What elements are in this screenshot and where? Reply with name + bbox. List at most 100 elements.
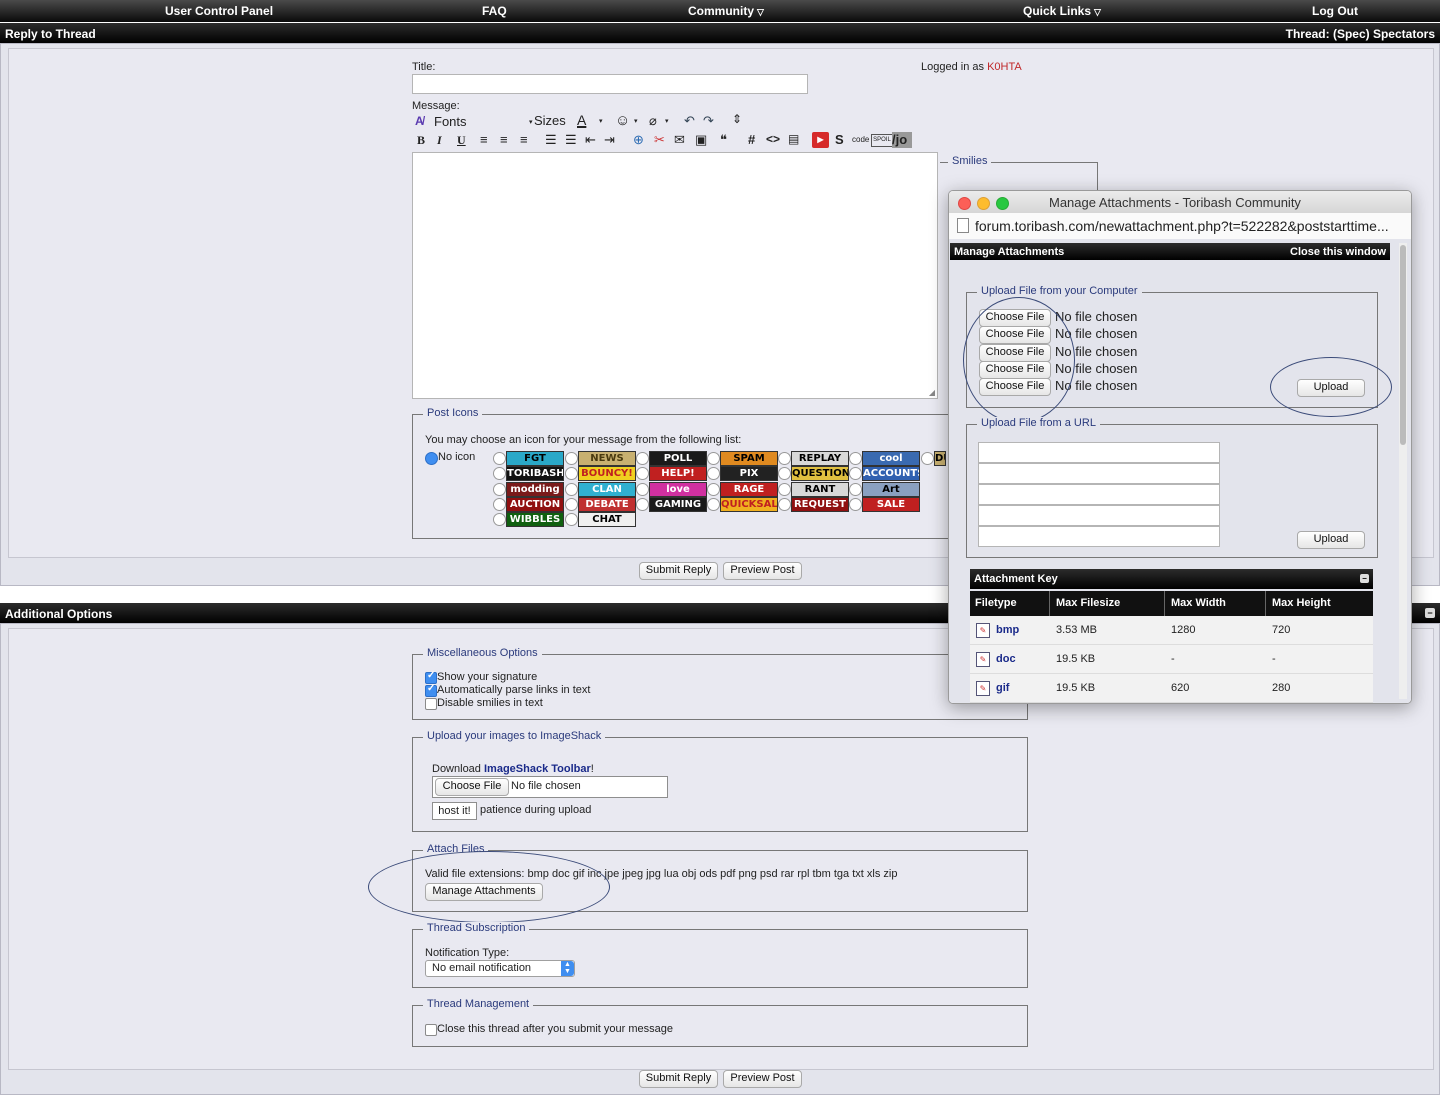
close-window-icon[interactable]	[958, 197, 971, 210]
indent-icon[interactable]: ⇥	[604, 132, 615, 148]
nav-community[interactable]: Community ▽	[688, 4, 764, 18]
remove-format-icon[interactable]: A̸	[415, 114, 424, 128]
hash-icon[interactable]: #	[748, 132, 755, 147]
image-icon[interactable]: ▣	[695, 132, 707, 148]
post-icon-radio[interactable]	[493, 498, 506, 511]
post-icon[interactable]: NEWS	[578, 451, 636, 466]
post-icon[interactable]: SPAM	[720, 451, 778, 466]
undo-icon[interactable]: ↶	[684, 113, 695, 129]
nav-user-control-panel[interactable]: User Control Panel	[165, 4, 273, 18]
post-icon[interactable]: PIX	[720, 466, 778, 481]
title-input[interactable]	[412, 74, 808, 94]
upload-url-button[interactable]: Upload	[1297, 531, 1365, 549]
submit-reply-button-bottom[interactable]: Submit Reply	[639, 1070, 718, 1088]
post-icon-radio[interactable]	[493, 513, 506, 526]
thread-title[interactable]: Thread: (Spec) Spectators	[1286, 27, 1435, 41]
post-icon-radio[interactable]	[849, 498, 862, 511]
post-icon-radio[interactable]	[778, 483, 791, 496]
post-icon[interactable]: TORIBASH	[506, 466, 564, 481]
font-color-icon[interactable]: A	[577, 112, 586, 128]
post-icon-radio[interactable]	[565, 513, 578, 526]
link-icon[interactable]: ⊕	[633, 132, 644, 148]
post-icon-radio[interactable]	[636, 483, 649, 496]
post-icon-radio[interactable]	[849, 467, 862, 480]
choose-file-button[interactable]: Choose File	[435, 778, 509, 796]
chevron-down-icon[interactable]: ▾	[599, 117, 603, 125]
post-icon[interactable]: GAMING	[649, 497, 707, 512]
post-icon[interactable]: cool	[862, 451, 920, 466]
popup-scrollbar-track[interactable]	[1399, 243, 1407, 699]
post-icon-radio[interactable]	[565, 452, 578, 465]
post-icon[interactable]: AUCTION	[506, 497, 564, 512]
post-icon-radio[interactable]	[778, 467, 791, 480]
nav-quick-links[interactable]: Quick Links ▽	[1023, 4, 1101, 18]
spoiler-button[interactable]: SPOIL	[871, 134, 893, 147]
post-icon-radio[interactable]	[565, 498, 578, 511]
post-icon-radio[interactable]	[707, 467, 720, 480]
post-icon-radio[interactable]	[565, 483, 578, 496]
parse-links-checkbox[interactable]	[425, 683, 437, 697]
post-icon-radio[interactable]	[636, 467, 649, 480]
post-icon-radio[interactable]	[707, 498, 720, 511]
underline-button[interactable]: U	[457, 133, 466, 148]
url-input[interactable]	[978, 526, 1220, 547]
php-icon[interactable]: ▤	[788, 132, 799, 146]
fonts-dropdown[interactable]: Fonts ▾	[433, 113, 535, 131]
post-icon[interactable]: BOUNCY!	[578, 466, 636, 481]
minimize-window-icon[interactable]	[977, 197, 990, 210]
post-icon[interactable]: HELP!	[649, 466, 707, 481]
post-icon-radio[interactable]	[778, 452, 791, 465]
post-icon[interactable]: FGT	[506, 451, 564, 466]
imageshack-toolbar-link[interactable]: ImageShack Toolbar	[484, 763, 591, 775]
post-icon-radio[interactable]	[707, 483, 720, 496]
url-input[interactable]	[978, 484, 1220, 505]
post-icon[interactable]: POLL	[649, 451, 707, 466]
notification-type-select[interactable]: No email notification ▲ ▼	[425, 960, 575, 977]
post-icon-radio[interactable]	[493, 467, 506, 480]
post-icon[interactable]: RAGE	[720, 482, 778, 497]
code-icon[interactable]: <>	[766, 132, 780, 146]
host-it-button[interactable]: host it!	[432, 802, 477, 820]
url-bar[interactable]: forum.toribash.com/newattachment.php?t=5…	[949, 213, 1411, 240]
align-center-icon[interactable]: ≡	[500, 132, 508, 147]
attach-icon[interactable]: ⌀	[649, 113, 657, 129]
post-icon-radio[interactable]	[849, 452, 862, 465]
post-icon[interactable]: ACCOUNTS	[862, 466, 920, 481]
post-icon-radio[interactable]	[849, 483, 862, 496]
bold-button[interactable]: B	[417, 133, 425, 148]
smiley-icon[interactable]: ☺	[615, 112, 630, 129]
post-icon-radio[interactable]	[565, 467, 578, 480]
redo-icon[interactable]: ↷	[703, 113, 714, 129]
post-icon[interactable]: CLAN	[578, 482, 636, 497]
disable-smilies-checkbox[interactable]	[425, 698, 437, 710]
post-icon-radio[interactable]	[707, 452, 720, 465]
quote-icon[interactable]: ❝	[720, 132, 727, 148]
popup-scrollbar-thumb[interactable]	[1400, 245, 1406, 445]
url-input[interactable]	[978, 505, 1220, 526]
post-icon[interactable]: love	[649, 482, 707, 497]
url-input[interactable]	[978, 463, 1220, 484]
collapse-icon[interactable]: −	[1425, 608, 1435, 618]
post-icon[interactable]: SALE	[862, 497, 920, 512]
ordered-list-icon[interactable]: ☰	[545, 132, 557, 148]
align-left-icon[interactable]: ≡	[480, 132, 488, 147]
code-tag-button[interactable]: code	[852, 135, 869, 144]
jo-button[interactable]: /jo	[892, 132, 912, 148]
post-icon[interactable]: REQUEST	[791, 497, 849, 512]
post-icon[interactable]: RANT	[791, 482, 849, 497]
post-icon-radio[interactable]	[493, 452, 506, 465]
post-icon[interactable]: CHAT	[578, 512, 636, 527]
nav-log-out[interactable]: Log Out	[1312, 4, 1358, 18]
preview-post-button[interactable]: Preview Post	[723, 562, 802, 580]
url-input[interactable]	[978, 442, 1220, 463]
nav-faq[interactable]: FAQ	[482, 4, 507, 18]
post-icon[interactable]: DEBATE	[578, 497, 636, 512]
post-icon-radio[interactable]	[636, 452, 649, 465]
strike-icon[interactable]: S	[835, 132, 844, 147]
maximize-window-icon[interactable]	[996, 197, 1009, 210]
post-icon-radio[interactable]	[636, 498, 649, 511]
collapse-icon[interactable]: −	[1360, 574, 1369, 583]
close-thread-checkbox[interactable]	[425, 1024, 437, 1036]
align-right-icon[interactable]: ≡	[520, 132, 528, 147]
preview-post-button-bottom[interactable]: Preview Post	[723, 1070, 802, 1088]
